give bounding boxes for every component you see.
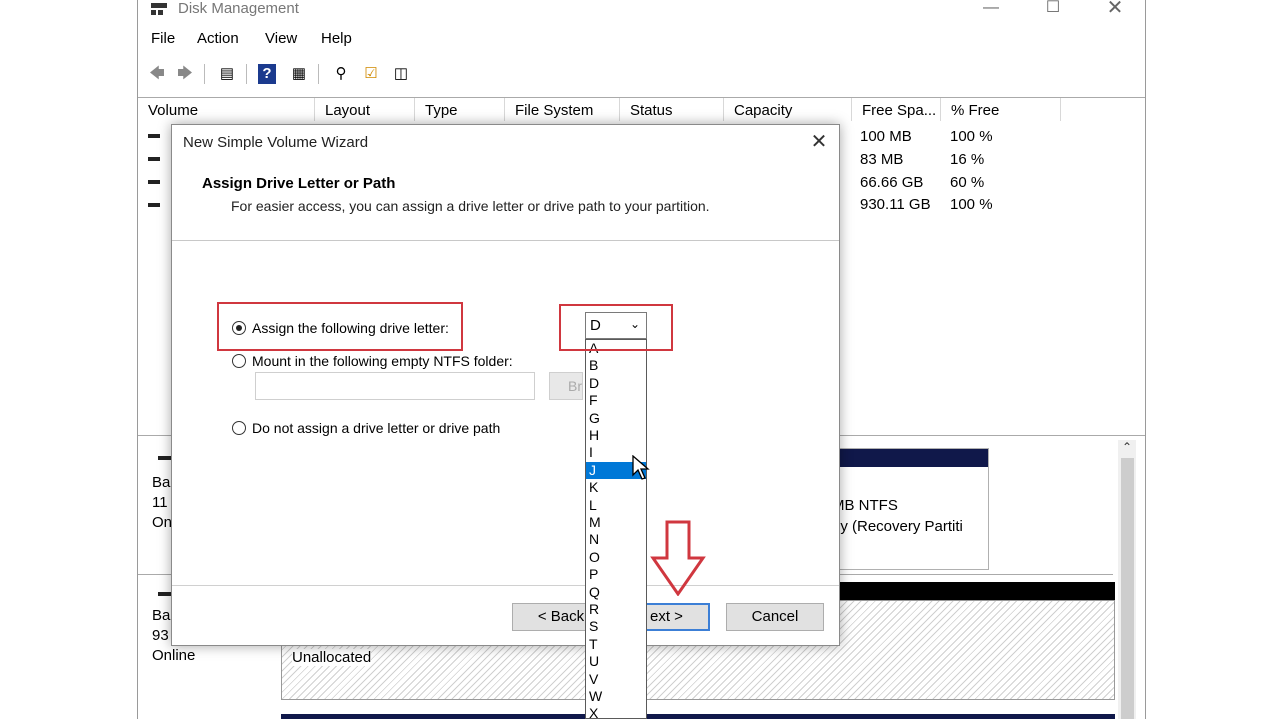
close-window-button[interactable]: ✕ <box>1092 0 1138 20</box>
drive-letter-option[interactable]: R <box>586 601 646 618</box>
menu-help[interactable]: Help <box>321 30 352 47</box>
col-file-system[interactable]: File System <box>505 98 620 121</box>
drive-letter-option[interactable]: X <box>586 705 646 718</box>
cancel-button[interactable]: Cancel <box>726 603 824 631</box>
new-simple-volume-wizard: New Simple Volume Wizard ✕ Assign Drive … <box>171 124 840 646</box>
close-icon[interactable]: ✕ <box>804 129 834 155</box>
volume-icon <box>148 134 160 138</box>
callout-assign-option <box>217 302 463 351</box>
disk-management-app-icon <box>151 3 167 15</box>
disk0-status: On <box>152 514 173 531</box>
drive-letter-option[interactable]: G <box>586 410 646 427</box>
drive-letter-option[interactable]: W <box>586 688 646 705</box>
row-percent-free: 60 % <box>950 174 985 191</box>
drive-letter-option[interactable]: T <box>586 636 646 653</box>
forward-arrow-icon[interactable]: 🡆 <box>174 64 196 84</box>
radio-no-letter[interactable] <box>232 421 246 435</box>
drive-letter-option[interactable]: U <box>586 653 646 670</box>
toolbar-separator <box>204 64 205 84</box>
drive-letter-option[interactable]: H <box>586 427 646 444</box>
disk1-size: 93 <box>152 627 169 644</box>
help-icon[interactable]: ? <box>258 64 276 84</box>
col-percent-free[interactable]: % Free <box>941 98 1061 121</box>
row-percent-free: 100 % <box>950 128 993 145</box>
option-none-label[interactable]: Do not assign a drive letter or drive pa… <box>252 420 500 436</box>
volume-icon <box>148 180 160 184</box>
drive-letter-option[interactable]: S <box>586 618 646 635</box>
window-title: Disk Management <box>178 0 299 17</box>
row-free-space: 66.66 GB <box>860 174 924 191</box>
drive-letter-option[interactable]: K <box>586 479 646 496</box>
drive-letter-option[interactable]: B <box>586 357 646 374</box>
disk-icon <box>158 456 172 460</box>
view-icon[interactable]: ▦ <box>288 64 310 84</box>
scrollbar-thumb[interactable] <box>1121 458 1134 719</box>
wizard-subheading: For easier access, you can assign a driv… <box>231 198 710 214</box>
drive-letter-option[interactable]: Q <box>586 584 646 601</box>
disk1-status: Online <box>152 647 196 664</box>
disk0-type: Ba <box>152 474 171 491</box>
dialog-title: New Simple Volume Wizard <box>183 134 369 151</box>
col-capacity[interactable]: Capacity <box>724 98 852 121</box>
partition-fs: MB NTFS <box>832 497 898 514</box>
drive-letter-option[interactable]: M <box>586 514 646 531</box>
header-divider <box>172 240 839 241</box>
back-arrow-icon[interactable]: 🡄 <box>146 64 168 84</box>
properties-icon[interactable]: ▤ <box>216 64 238 84</box>
drive-letter-option[interactable]: L <box>586 497 646 514</box>
option-mount-label[interactable]: Mount in the following empty NTFS folder… <box>252 353 513 369</box>
disk1-type: Ba <box>152 607 171 624</box>
volume-icon <box>148 203 160 207</box>
recovery-partition[interactable]: MB NTFS hy (Recovery Partiti <box>832 448 989 570</box>
row-free-space: 100 MB <box>860 128 912 145</box>
key-icon[interactable]: ⚲ <box>330 64 352 84</box>
scroll-up-icon[interactable]: ⌃ <box>1122 440 1132 454</box>
browse-button[interactable]: Br <box>549 372 583 400</box>
radio-mount-folder[interactable] <box>232 354 246 368</box>
drive-letter-option[interactable]: N <box>586 531 646 548</box>
wizard-heading: Assign Drive Letter or Path <box>202 175 396 192</box>
partition-desc: hy (Recovery Partiti <box>832 518 963 535</box>
title-bar: Disk Management — ☐ ✕ <box>138 0 1145 22</box>
maximize-button[interactable]: ☐ <box>1030 0 1076 20</box>
callout-dropdown <box>559 304 673 351</box>
check-icon[interactable]: ☑ <box>360 64 382 84</box>
volume-icon <box>148 157 160 161</box>
disk0-size: 11 <box>152 494 168 511</box>
menu-file[interactable]: File <box>151 30 175 47</box>
menu-action[interactable]: Action <box>197 30 239 47</box>
down-arrow-callout-icon <box>650 520 706 596</box>
drive-letter-option[interactable]: D <box>586 375 646 392</box>
next-disk-header <box>281 714 1115 719</box>
toolbar-separator <box>246 64 247 84</box>
folder-path-input[interactable] <box>255 372 535 400</box>
col-volume[interactable]: Volume <box>138 98 315 121</box>
drive-letter-option[interactable]: V <box>586 671 646 688</box>
console-icon[interactable]: ◫ <box>390 64 412 84</box>
row-free-space: 83 MB <box>860 151 904 168</box>
footer-divider <box>172 585 839 586</box>
row-free-space: 930.11 GB <box>860 196 931 213</box>
disk-icon <box>158 592 172 596</box>
drive-letter-option[interactable]: F <box>586 392 646 409</box>
col-type[interactable]: Type <box>415 98 505 121</box>
col-free-space[interactable]: Free Spa... <box>852 98 941 121</box>
drive-letter-option[interactable]: P <box>586 566 646 583</box>
row-percent-free: 16 % <box>950 151 985 168</box>
toolbar-separator <box>318 64 319 84</box>
col-status[interactable]: Status <box>620 98 724 121</box>
mouse-cursor-icon <box>632 455 650 480</box>
minimize-button[interactable]: — <box>968 0 1014 20</box>
toolbar: 🡄 🡆 ▤ ? ▦ ⚲ ☑ ◫ <box>138 60 1145 88</box>
row-percent-free: 100 % <box>950 196 993 213</box>
unallocated-label: Unallocated <box>292 649 372 666</box>
menu-view[interactable]: View <box>265 30 297 47</box>
drive-letter-list[interactable]: ABDFGHIJKLMNOPQRSTUVWX <box>585 339 647 719</box>
drive-letter-option[interactable]: O <box>586 549 646 566</box>
col-layout[interactable]: Layout <box>315 98 415 121</box>
